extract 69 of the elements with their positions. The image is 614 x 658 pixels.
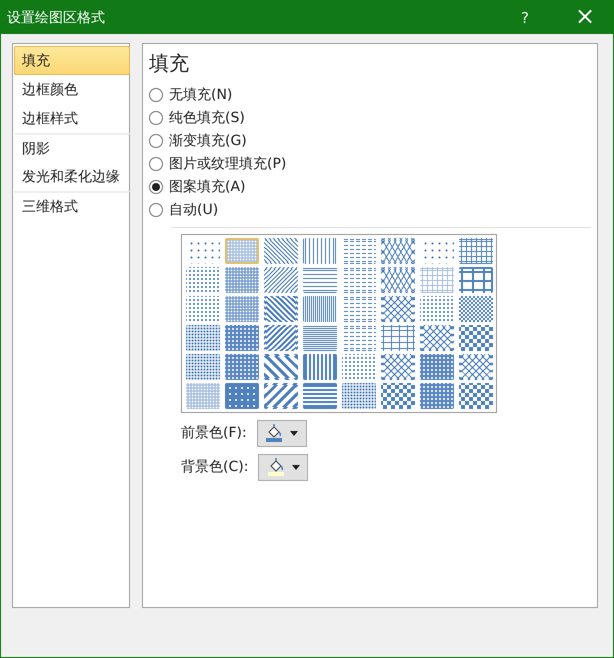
radio-button[interactable] xyxy=(149,134,163,148)
radio-label: 图片或纹理填充(P) xyxy=(169,154,286,172)
pattern-swatch[interactable] xyxy=(186,383,220,409)
caret-icon xyxy=(290,430,298,436)
sidebar-item[interactable]: 阴影 xyxy=(14,133,130,162)
color-picker-button[interactable] xyxy=(256,420,307,446)
pattern-swatch[interactable] xyxy=(264,325,298,351)
color-label: 前景色(F): xyxy=(181,424,247,442)
pattern-swatch[interactable] xyxy=(303,296,337,322)
pattern-swatch[interactable] xyxy=(420,296,454,322)
radio-button[interactable] xyxy=(149,180,163,194)
radio-label: 自动(U) xyxy=(169,200,218,218)
radio-button[interactable] xyxy=(149,110,163,124)
pattern-swatch[interactable] xyxy=(225,238,259,264)
pattern-swatch[interactable] xyxy=(264,238,298,264)
pattern-swatch[interactable] xyxy=(381,383,415,409)
pattern-swatch[interactable] xyxy=(459,267,493,293)
pattern-swatch[interactable] xyxy=(420,354,454,380)
radio-label: 无填充(N) xyxy=(169,86,232,104)
radio-label: 图案填充(A) xyxy=(169,178,246,196)
pattern-swatch[interactable] xyxy=(381,238,415,264)
section-heading: 填充 xyxy=(149,50,190,77)
radio-button[interactable] xyxy=(149,156,163,170)
sidebar-item[interactable]: 三维格式 xyxy=(14,191,130,220)
pattern-swatch[interactable] xyxy=(225,354,259,380)
radio-label: 纯色填充(S) xyxy=(169,108,245,126)
radio-button[interactable] xyxy=(149,88,163,102)
pattern-swatch[interactable] xyxy=(303,354,337,380)
sidebar-item[interactable]: 发光和柔化边缘 xyxy=(14,162,130,191)
pattern-swatch[interactable] xyxy=(264,267,298,293)
pattern-swatch[interactable] xyxy=(225,267,259,293)
caret-icon xyxy=(292,464,300,470)
pattern-swatch[interactable] xyxy=(264,354,298,380)
pattern-swatch[interactable] xyxy=(459,238,493,264)
sidebar-item[interactable]: 边框样式 xyxy=(14,104,130,133)
pattern-swatch[interactable] xyxy=(225,325,259,351)
pattern-swatch[interactable] xyxy=(303,325,337,351)
radio-label: 渐变填充(G) xyxy=(169,132,247,150)
pattern-swatch[interactable] xyxy=(381,354,415,380)
pattern-swatch[interactable] xyxy=(264,296,298,322)
pattern-swatch[interactable] xyxy=(459,383,493,409)
pattern-swatch[interactable] xyxy=(381,296,415,322)
sidebar-item[interactable]: 边框颜色 xyxy=(14,75,130,104)
pattern-swatch[interactable] xyxy=(225,383,259,409)
pattern-swatch[interactable] xyxy=(342,354,376,380)
pattern-swatch[interactable] xyxy=(420,383,454,409)
pattern-swatch[interactable] xyxy=(342,383,376,409)
help-button[interactable]: ? xyxy=(515,8,535,26)
color-label: 背景色(C): xyxy=(181,458,248,476)
pattern-swatch[interactable] xyxy=(381,267,415,293)
pattern-swatch[interactable] xyxy=(420,267,454,293)
close-button[interactable]: × xyxy=(565,2,605,33)
window-title: 设置绘图区格式 xyxy=(7,8,106,26)
pattern-swatch[interactable] xyxy=(186,267,220,293)
color-picker-button[interactable] xyxy=(258,454,308,480)
pattern-swatch[interactable] xyxy=(186,354,220,380)
pattern-swatch[interactable] xyxy=(186,325,220,351)
pattern-swatch[interactable] xyxy=(186,296,220,322)
pattern-swatch[interactable] xyxy=(459,354,493,380)
radio-button[interactable] xyxy=(149,202,163,216)
pattern-swatch[interactable] xyxy=(459,296,493,322)
pattern-swatch[interactable] xyxy=(381,325,415,351)
pattern-swatch[interactable] xyxy=(303,238,337,264)
pattern-swatch[interactable] xyxy=(303,383,337,409)
pattern-swatch[interactable] xyxy=(420,325,454,351)
sidebar-item[interactable]: 填充 xyxy=(14,46,130,75)
pattern-swatch[interactable] xyxy=(225,296,259,322)
pattern-swatch[interactable] xyxy=(264,383,298,409)
pattern-swatch[interactable] xyxy=(459,325,493,351)
